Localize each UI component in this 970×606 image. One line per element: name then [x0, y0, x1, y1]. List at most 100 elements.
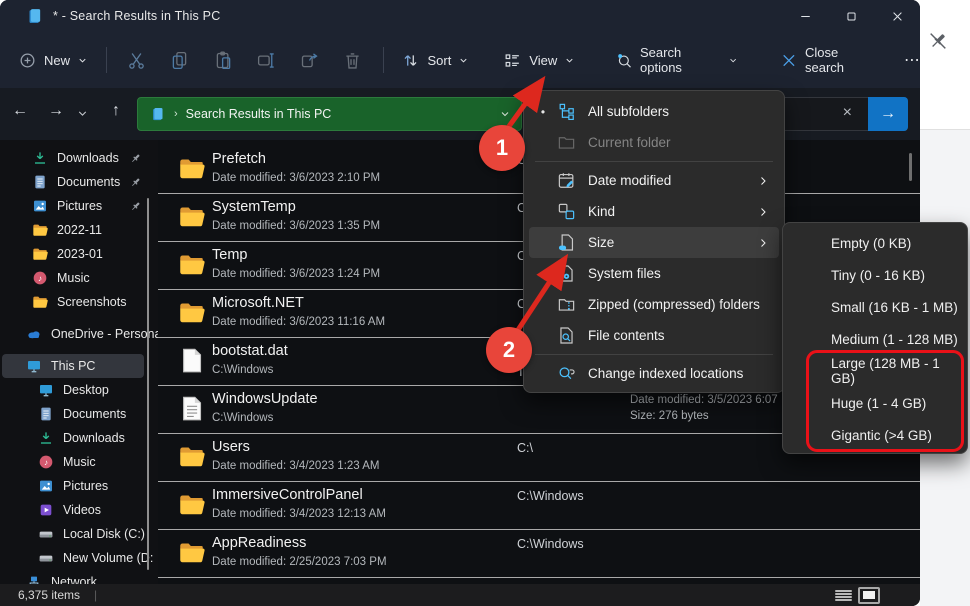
- sidebar-item-music[interactable]: Music: [0, 450, 158, 474]
- search-options-icon: [615, 51, 633, 70]
- menu-item-change-indexed-locations[interactable]: Change indexed locations: [529, 358, 779, 389]
- submenu-item-tiny[interactable]: Tiny (0 - 16 KB): [788, 259, 962, 291]
- up-button[interactable]: ↑: [104, 102, 128, 120]
- recent-locations-chevron[interactable]: [76, 107, 89, 120]
- calendar-edit-icon: [557, 171, 576, 190]
- folder-icon: [32, 246, 48, 262]
- unpin-sidebar-icon[interactable]: [927, 30, 949, 52]
- new-button[interactable]: New: [8, 45, 98, 76]
- menu-item-size[interactable]: Size: [529, 227, 779, 258]
- address-bar-search-progress[interactable]: › Search Results in This PC: [137, 97, 522, 131]
- paste-icon: [213, 50, 234, 71]
- back-button[interactable]: ←: [8, 102, 32, 120]
- menu-item-file-contents[interactable]: File contents: [529, 320, 779, 351]
- document-icon: [32, 174, 48, 190]
- file-row-immersivecontrolpanel[interactable]: ImmersiveControlPanel Date modified: 3/4…: [158, 482, 920, 530]
- view-button[interactable]: View: [493, 45, 585, 76]
- share-button[interactable]: [288, 50, 331, 71]
- sidebar-item-downloads-pinned[interactable]: Downloads: [0, 146, 158, 170]
- menu-item-current-folder[interactable]: Current folder: [529, 127, 779, 158]
- sidebar-item-music[interactable]: Music: [0, 266, 158, 290]
- sidebar-item-onedrive[interactable]: OneDrive - Personal: [0, 322, 158, 346]
- toolbar-separator: [106, 47, 107, 73]
- folder-icon: [178, 539, 205, 566]
- status-bar: 6,375 items |: [0, 584, 920, 606]
- folder-outline-icon: [557, 133, 576, 152]
- file-list-scrollbar[interactable]: [909, 153, 912, 181]
- address-dropdown-chevron[interactable]: [499, 108, 511, 120]
- monitor-icon: [26, 358, 42, 374]
- sidebar-item-desktop[interactable]: Desktop: [0, 378, 158, 402]
- sidebar-item-pictures[interactable]: Pictures: [0, 474, 158, 498]
- file-path: C:\Windows: [517, 489, 584, 503]
- sidebar-item-local-disk-c[interactable]: Local Disk (C:): [0, 522, 158, 546]
- background-window-header: [920, 0, 970, 130]
- folder-icon: [178, 203, 205, 230]
- more-options-button[interactable]: ⋯: [904, 50, 920, 70]
- file-row-appreadiness[interactable]: AppReadiness Date modified: 2/25/2023 7:…: [158, 530, 920, 578]
- rename-icon: [256, 50, 277, 71]
- menu-item-kind[interactable]: Kind: [529, 196, 779, 227]
- item-count: 6,375 items: [18, 588, 80, 602]
- system-file-icon: [557, 264, 576, 283]
- sidebar-scrollbar[interactable]: [147, 198, 149, 570]
- breadcrumb-separator: ›: [174, 108, 178, 120]
- menu-item-all-subfolders[interactable]: • All subfolders: [529, 96, 779, 127]
- submenu-item-small[interactable]: Small (16 KB - 1 MB): [788, 291, 962, 323]
- sidebar-item-documents[interactable]: Documents: [0, 402, 158, 426]
- close-search-button[interactable]: Close search: [770, 39, 886, 81]
- menu-item-date-modified[interactable]: Date modified: [529, 165, 779, 196]
- clear-search-icon[interactable]: ×: [843, 104, 852, 122]
- copy-icon: [169, 50, 190, 71]
- sidebar-item-network[interactable]: Network: [0, 570, 158, 584]
- folder-icon: [32, 294, 48, 310]
- sidebar-item-documents-pinned[interactable]: Documents: [0, 170, 158, 194]
- details-view-button[interactable]: [834, 588, 853, 603]
- close-button[interactable]: [874, 0, 920, 32]
- annotation-step-2-badge: 2: [486, 327, 532, 373]
- sidebar-item-this-pc[interactable]: This PC: [2, 354, 144, 378]
- maximize-button[interactable]: [828, 0, 874, 32]
- delete-button[interactable]: [331, 50, 374, 71]
- disk-icon: [38, 550, 54, 566]
- sidebar-item-2022-11[interactable]: 2022-11: [0, 218, 158, 242]
- sidebar-item-screenshots[interactable]: Screenshots: [0, 290, 158, 314]
- cut-button[interactable]: [115, 50, 158, 71]
- menu-item-system-files[interactable]: ✓ System files: [529, 258, 779, 289]
- desktop-icon: [38, 382, 54, 398]
- sidebar-item-videos[interactable]: Videos: [0, 498, 158, 522]
- music-icon: [38, 454, 54, 470]
- large-icons-view-button[interactable]: [858, 587, 880, 604]
- window-controls: [782, 0, 920, 32]
- sort-button-label: Sort: [427, 53, 451, 68]
- view-layout-icon: [503, 51, 522, 70]
- document-icon: [38, 406, 54, 422]
- folder-icon: [178, 251, 205, 278]
- file-search-icon: [557, 326, 576, 345]
- command-bar: New Sort View Search opt: [0, 32, 920, 88]
- sidebar-item-pictures-pinned[interactable]: Pictures: [0, 194, 158, 218]
- sort-button[interactable]: Sort: [391, 45, 479, 76]
- minimize-button[interactable]: [782, 0, 828, 32]
- status-divider: |: [94, 588, 97, 602]
- toolbar-separator: [383, 47, 384, 73]
- sidebar-item-2023-01[interactable]: 2023-01: [0, 242, 158, 266]
- search-options-button[interactable]: Search options: [605, 39, 748, 81]
- chevron-right-icon: [757, 175, 769, 187]
- search-go-button[interactable]: →: [868, 97, 908, 131]
- forward-button[interactable]: →: [44, 102, 68, 120]
- breadcrumb-location[interactable]: Search Results in This PC: [186, 107, 332, 121]
- sidebar-item-new-volume-d[interactable]: New Volume (D:: [0, 546, 158, 570]
- pin-icon: [129, 176, 142, 189]
- rename-button[interactable]: [245, 50, 288, 71]
- submenu-item-empty[interactable]: Empty (0 KB): [788, 227, 962, 259]
- search-options-menu: • All subfolders Current folder Date mod…: [523, 90, 785, 393]
- network-icon: [26, 574, 42, 584]
- sidebar-item-downloads[interactable]: Downloads: [0, 426, 158, 450]
- menu-item-zipped-folders[interactable]: Zipped (compressed) folders: [529, 289, 779, 320]
- view-button-label: View: [529, 53, 557, 68]
- copy-button[interactable]: [158, 50, 201, 71]
- paste-button[interactable]: [201, 50, 244, 71]
- file-meta-size: Size: 276 bytes: [630, 408, 778, 424]
- folder-icon: [178, 491, 205, 518]
